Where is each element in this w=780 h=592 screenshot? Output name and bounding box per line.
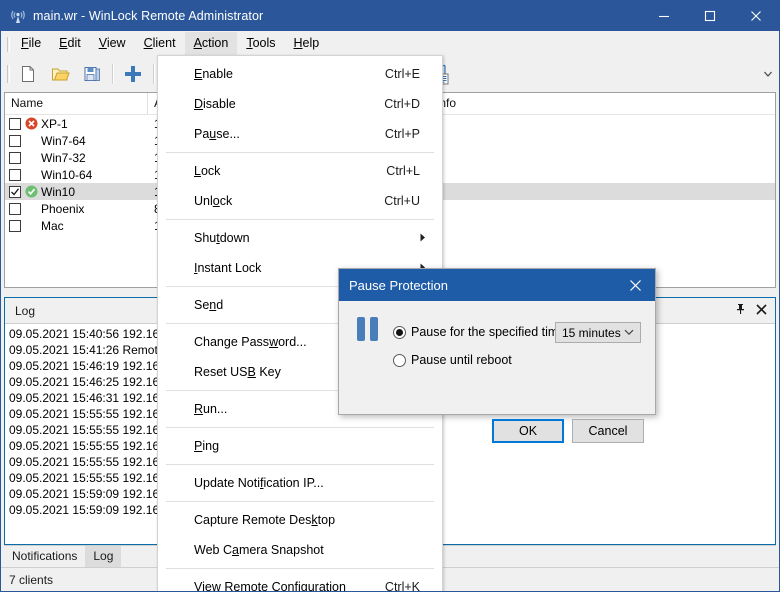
tab-log[interactable]: Log	[85, 546, 121, 567]
menu-bar: File Edit View Client Action Tools Help	[1, 31, 779, 57]
menu-client[interactable]: Client	[135, 32, 185, 55]
duration-value: 15 minutes	[562, 326, 621, 340]
save-disk-icon[interactable]	[76, 59, 108, 89]
tab-notifications[interactable]: Notifications	[4, 546, 85, 567]
radio-pause-for-time[interactable]: Pause for the specified time	[393, 325, 565, 339]
menu-item-pause[interactable]: Pause... Ctrl+P	[158, 119, 442, 149]
menu-accel: Ctrl+P	[385, 127, 432, 141]
toolbar-grip[interactable]	[4, 64, 12, 84]
menu-item-capture-remote-desktop[interactable]: Capture Remote Desktop	[158, 505, 442, 535]
maximize-icon[interactable]	[687, 1, 733, 31]
status-error-icon	[25, 117, 38, 130]
radio-label: Pause until reboot	[411, 353, 512, 367]
menu-view[interactable]: View	[90, 32, 135, 55]
client-name-cell[interactable]: XP-1	[5, 117, 148, 131]
menu-accel: Ctrl+K	[385, 580, 432, 592]
client-name-cell[interactable]: Win7-64	[5, 134, 148, 148]
radio-label: Pause for the specified time	[411, 325, 565, 339]
dialog-body: Pause for the specified time 15 minutes …	[339, 301, 655, 416]
dialog-title-bar: Pause Protection	[339, 269, 655, 301]
duration-select[interactable]: 15 minutes	[555, 322, 641, 343]
menu-separator	[166, 464, 434, 465]
menu-item-ping[interactable]: Ping	[158, 431, 442, 461]
pause-icon	[357, 317, 378, 341]
menu-separator	[166, 568, 434, 569]
window-controls	[641, 1, 779, 31]
dialog-title: Pause Protection	[349, 278, 448, 293]
menu-edit[interactable]: Edit	[50, 32, 90, 55]
pin-icon[interactable]	[735, 303, 746, 318]
client-name: XP-1	[41, 117, 68, 131]
row-checkbox[interactable]	[9, 135, 21, 147]
menu-item-disable[interactable]: Disable Ctrl+D	[158, 89, 442, 119]
cancel-button[interactable]: Cancel	[572, 419, 644, 443]
menu-separator	[166, 501, 434, 502]
client-name-cell[interactable]: Phoenix	[5, 202, 148, 216]
menu-item-unlock[interactable]: Unlock Ctrl+U	[158, 186, 442, 216]
client-name-cell[interactable]: Win10	[5, 185, 148, 199]
menu-accel: Ctrl+E	[385, 67, 432, 81]
menu-item-lock[interactable]: Lock Ctrl+L	[158, 156, 442, 186]
close-icon[interactable]	[756, 304, 767, 318]
client-name: Mac	[41, 219, 64, 233]
log-panel-title: Log	[15, 304, 35, 318]
client-name-cell[interactable]: Win10-64	[5, 168, 148, 182]
menu-item-enable[interactable]: Enable Ctrl+E	[158, 59, 442, 89]
row-checkbox[interactable]	[9, 118, 21, 130]
menu-item-web-camera-snapshot[interactable]: Web Camera Snapshot	[158, 535, 442, 565]
column-header-info[interactable]: Info	[430, 93, 590, 114]
toolbar-separator	[153, 64, 154, 84]
ok-button[interactable]: OK	[492, 419, 564, 443]
menu-separator	[166, 427, 434, 428]
radio-button[interactable]	[393, 326, 406, 339]
chevron-down-icon[interactable]	[624, 329, 640, 336]
close-icon[interactable]	[733, 1, 779, 31]
open-folder-icon[interactable]	[44, 59, 76, 89]
status-ok-icon	[25, 185, 38, 198]
menu-action[interactable]: Action	[185, 32, 238, 55]
minimize-icon[interactable]	[641, 1, 687, 31]
row-checkbox[interactable]	[9, 203, 21, 215]
menu-separator	[166, 152, 434, 153]
menu-help[interactable]: Help	[285, 32, 329, 55]
client-name: Win10	[41, 185, 75, 199]
antenna-icon	[7, 5, 29, 27]
client-name-cell[interactable]: Win7-32	[5, 151, 148, 165]
submenu-arrow-icon	[420, 231, 432, 245]
menu-accel: Ctrl+L	[386, 164, 432, 178]
menu-item-shutdown[interactable]: Shutdown	[158, 223, 442, 253]
row-checkbox[interactable]	[9, 186, 21, 198]
row-checkbox[interactable]	[9, 169, 21, 181]
add-client-icon[interactable]	[117, 59, 149, 89]
menu-accel: Ctrl+D	[384, 97, 432, 111]
new-file-icon[interactable]	[12, 59, 44, 89]
menu-item-view-remote-configuration[interactable]: View Remote Configuration Ctrl+K	[158, 572, 442, 592]
row-checkbox[interactable]	[9, 220, 21, 232]
client-name: Win7-32	[41, 151, 86, 165]
menu-accel: Ctrl+U	[384, 194, 432, 208]
app-window: main.wr - WinLock Remote Administrator F…	[0, 0, 780, 592]
client-name: Win10-64	[41, 168, 92, 182]
menu-separator	[166, 219, 434, 220]
toolbar-separator	[112, 64, 113, 84]
row-checkbox[interactable]	[9, 152, 21, 164]
window-title: main.wr - WinLock Remote Administrator	[33, 9, 263, 23]
status-text: 7 clients	[9, 573, 53, 587]
radio-button[interactable]	[393, 354, 406, 367]
pause-protection-dialog: Pause Protection Pause for the specified…	[338, 268, 656, 415]
menu-item-update-notification-ip[interactable]: Update Notification IP...	[158, 468, 442, 498]
column-header-name[interactable]: Name	[5, 93, 148, 114]
menu-file[interactable]: File	[12, 32, 50, 55]
menubar-grip[interactable]	[4, 35, 12, 53]
title-bar: main.wr - WinLock Remote Administrator	[1, 1, 779, 31]
client-name: Win7-64	[41, 134, 86, 148]
close-icon[interactable]	[615, 269, 655, 301]
menu-tools[interactable]: Tools	[237, 32, 284, 55]
radio-pause-until-reboot[interactable]: Pause until reboot	[393, 353, 512, 367]
toolbar-overflow-icon[interactable]	[757, 59, 779, 89]
client-name-cell[interactable]: Mac	[5, 219, 148, 233]
client-name: Phoenix	[41, 202, 84, 216]
